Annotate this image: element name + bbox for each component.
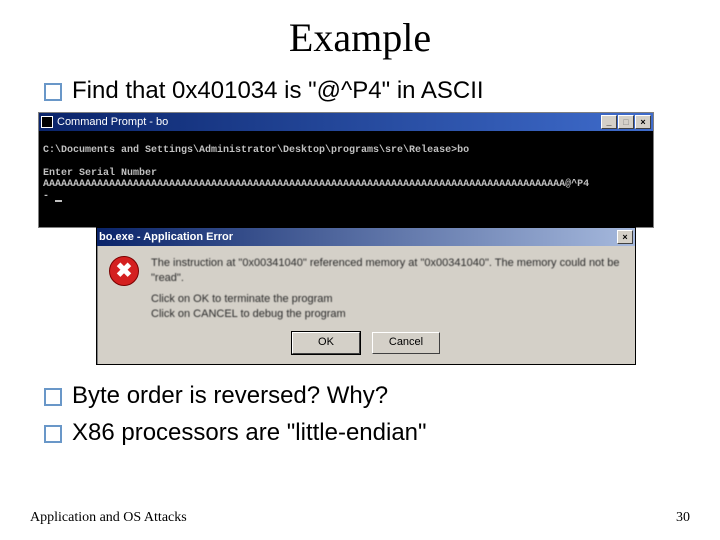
cmd-app-icon (41, 116, 53, 128)
error-line-2: Click on OK to terminate the program (151, 292, 623, 307)
slide: Example Find that 0x401034 is "@^P4" in … (0, 0, 720, 540)
footer-left: Application and OS Attacks (30, 510, 187, 526)
ok-button[interactable]: OK (292, 332, 360, 354)
cmd-title-text: Command Prompt - bo (57, 116, 168, 129)
bullet-square-icon (44, 388, 62, 406)
bullet-item: X86 processors are "little-endian" (44, 417, 682, 448)
cmd-body: C:\Documents and Settings\Administrator\… (39, 131, 653, 227)
cancel-button[interactable]: Cancel (372, 332, 440, 354)
bullet-text: Find that 0x401034 is "@^P4" in ASCII (72, 75, 484, 106)
error-line-1: The instruction at "0x00341040" referenc… (151, 256, 623, 286)
dialog-close-button[interactable]: × (617, 230, 633, 244)
bullet-square-icon (44, 425, 62, 443)
cmd-titlebar: Command Prompt - bo _ □ × (39, 113, 653, 131)
cursor-icon (55, 200, 62, 202)
bullet-item: Find that 0x401034 is "@^P4" in ASCII (44, 75, 682, 106)
bullet-square-icon (44, 83, 62, 101)
dialog-titlebar: bo.exe - Application Error × (97, 228, 635, 246)
dialog-title-text: bo.exe - Application Error (99, 231, 233, 244)
minimize-button[interactable]: _ (601, 115, 617, 129)
cmd-cursor-line: - (43, 191, 62, 202)
slide-title: Example (38, 14, 682, 61)
close-button[interactable]: × (635, 115, 651, 129)
screenshot-stack: Command Prompt - bo _ □ × C:\Documents a… (38, 112, 652, 365)
bullet-text: Byte order is reversed? Why? (72, 380, 388, 411)
footer-page-number: 30 (676, 510, 690, 526)
error-message: The instruction at "0x00341040" referenc… (151, 256, 623, 321)
cmd-line-input: AAAAAAAAAAAAAAAAAAAAAAAAAAAAAAAAAAAAAAAA… (43, 179, 589, 190)
command-prompt-window: Command Prompt - bo _ □ × C:\Documents a… (38, 112, 654, 228)
cmd-line-prompt: Enter Serial Number (43, 168, 157, 179)
error-icon: ✖ (109, 256, 139, 286)
error-dialog: bo.exe - Application Error × ✖ The instr… (96, 227, 636, 364)
slide-footer: Application and OS Attacks 30 (30, 510, 690, 526)
cmd-line-path: C:\Documents and Settings\Administrator\… (43, 145, 469, 156)
bullet-item: Byte order is reversed? Why? (44, 380, 682, 411)
error-line-3: Click on CANCEL to debug the program (151, 307, 623, 322)
maximize-button[interactable]: □ (618, 115, 634, 129)
bullet-text: X86 processors are "little-endian" (72, 417, 427, 448)
